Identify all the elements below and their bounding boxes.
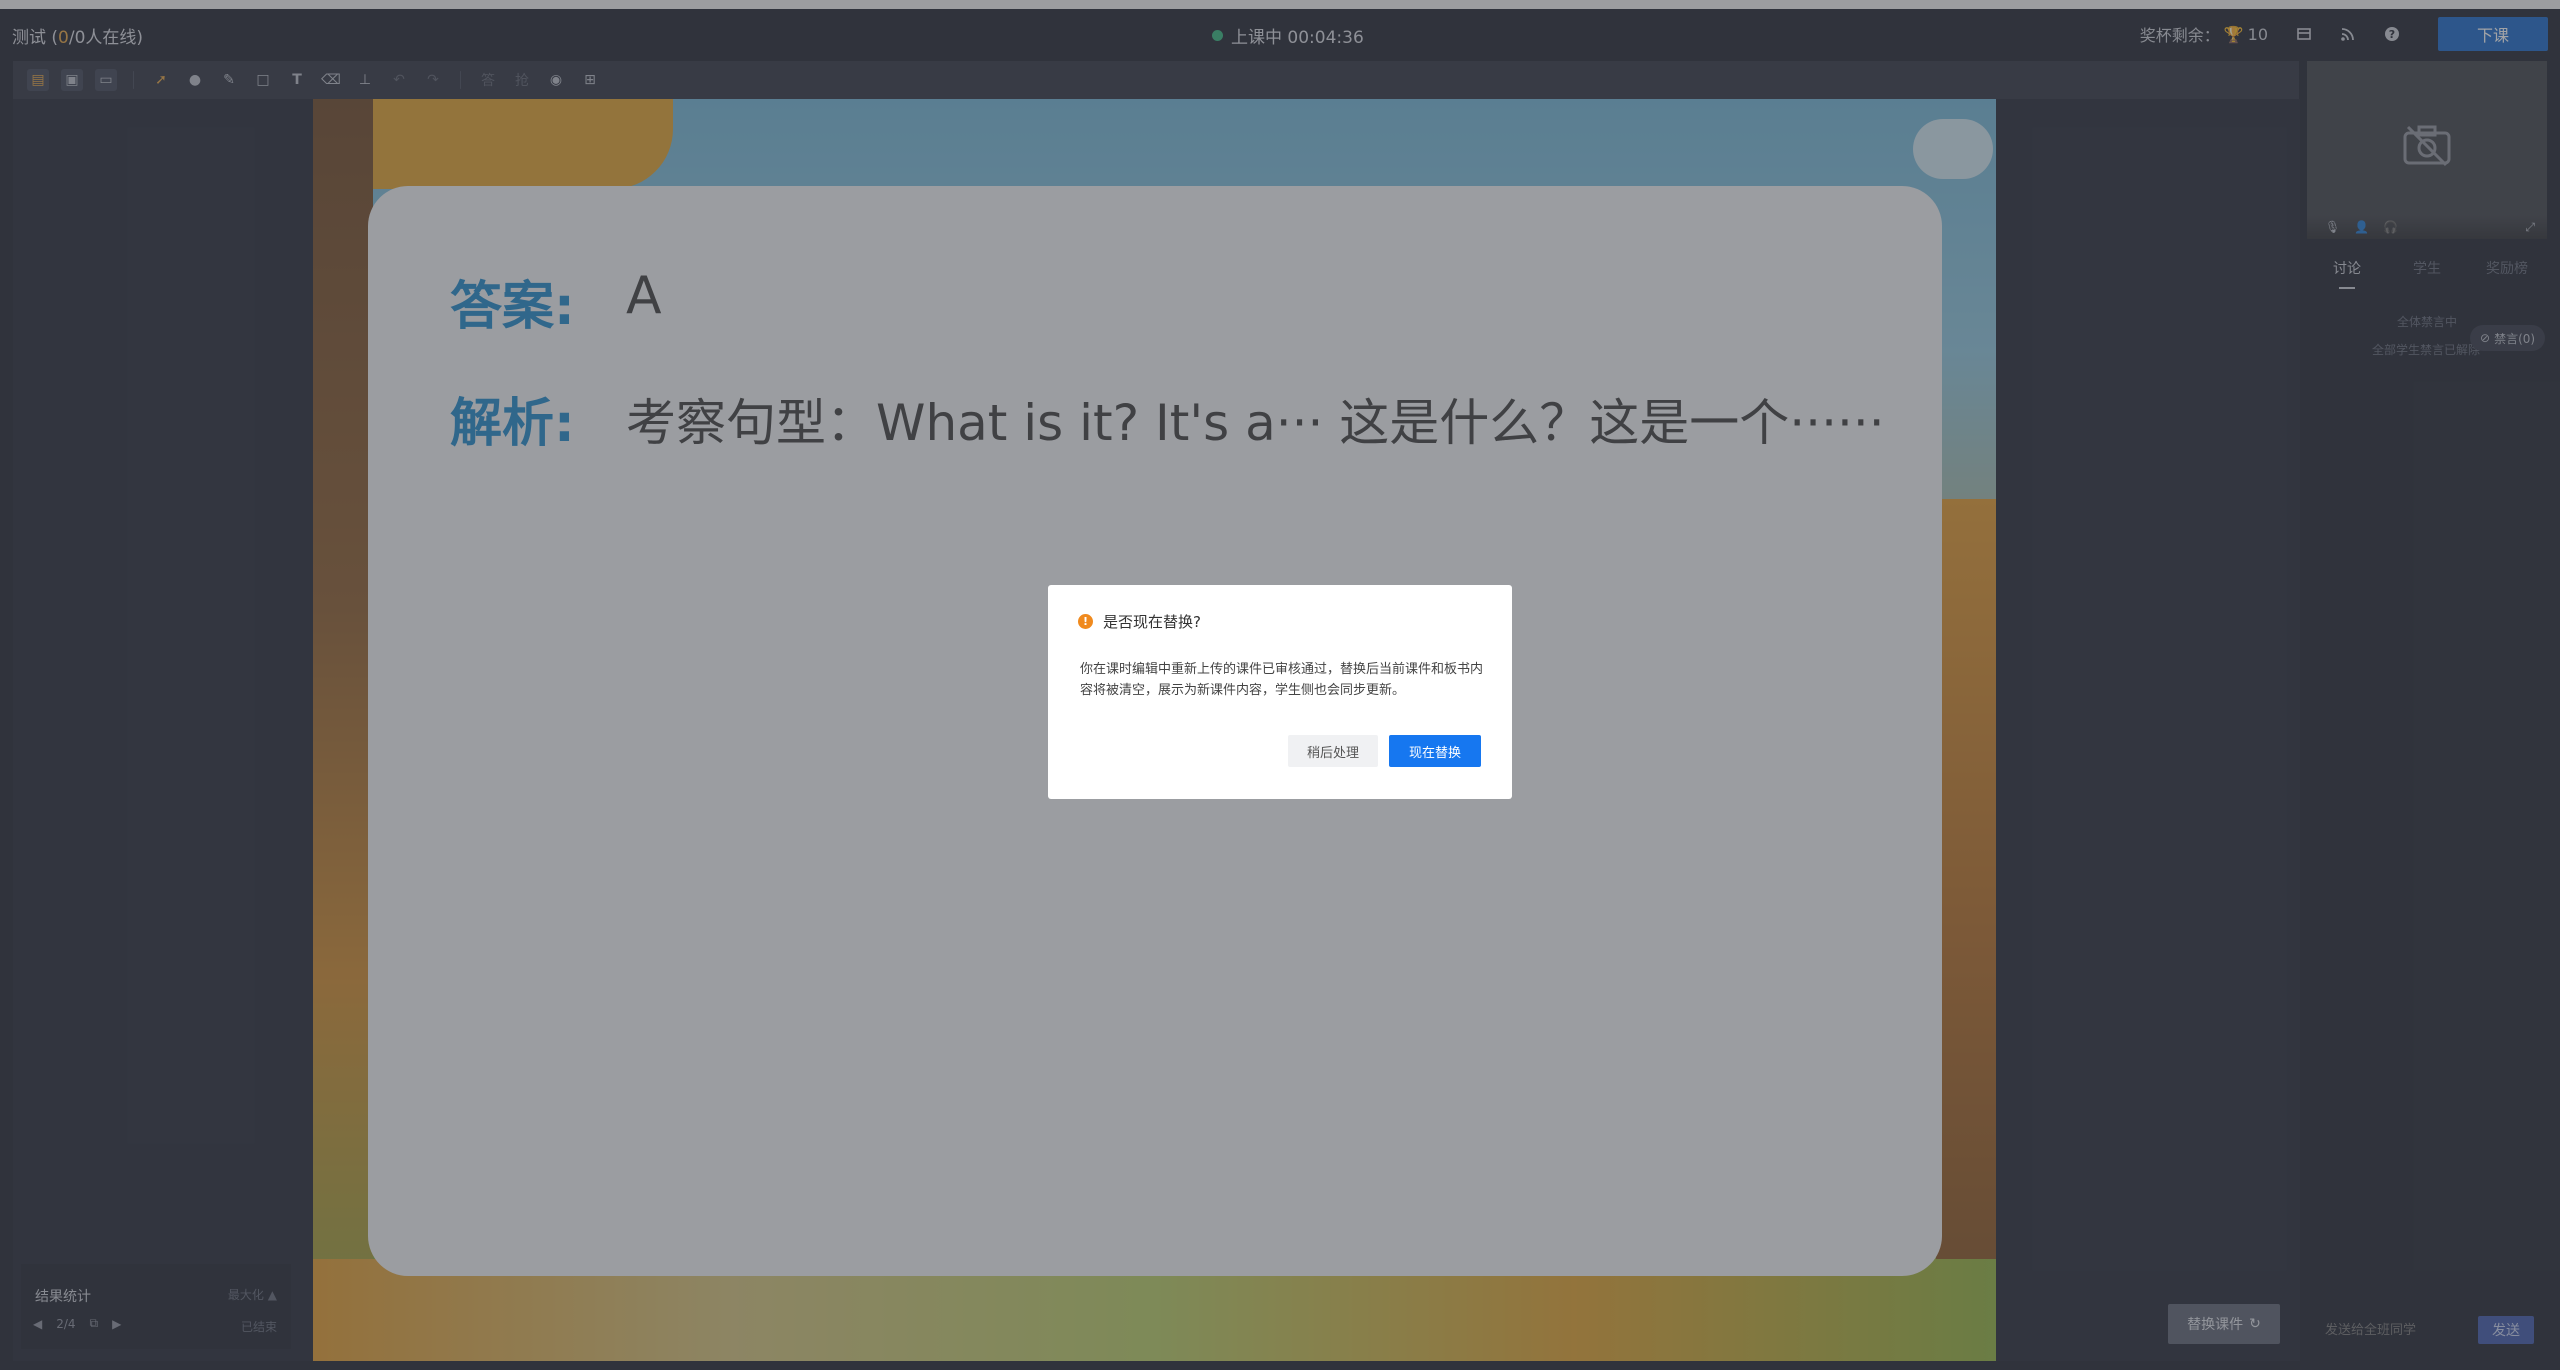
dialog-message: 你在课时编辑中重新上传的课件已审核通过，替换后当前课件和板书内容将被清空，展示为… xyxy=(1080,662,1484,698)
dialog-title: 是否现在替换? xyxy=(1103,613,1201,631)
replace-now-button[interactable]: 现在替换 xyxy=(1389,735,1481,767)
warning-icon: ! xyxy=(1078,614,1093,629)
handle-later-button[interactable]: 稍后处理 xyxy=(1288,735,1378,767)
dialog-header: ! 是否现在替换? xyxy=(1078,611,1201,632)
replace-confirm-dialog: ! 是否现在替换? 你在课时编辑中重新上传的课件已审核通过，替换后当前课件和板书… xyxy=(1048,585,1512,799)
